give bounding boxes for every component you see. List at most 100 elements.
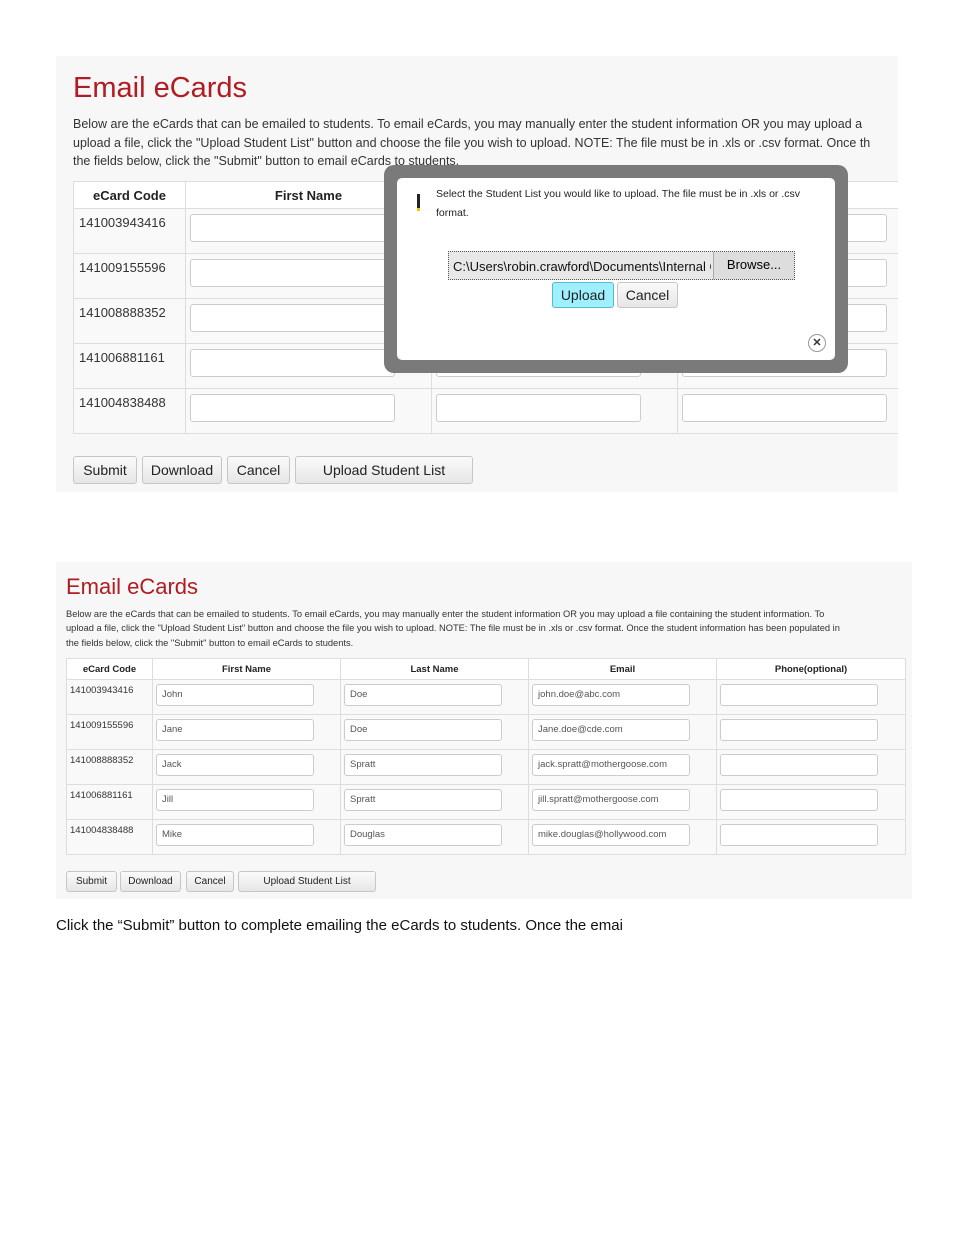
screenshot-upload-dialog: Email eCards Below are the eCards that c… <box>56 56 898 492</box>
table-cell <box>185 388 432 434</box>
ecard-code: 141004838488 <box>66 819 153 855</box>
email-input[interactable]: jack.spratt@mothergoose.com <box>532 754 691 776</box>
phone-input[interactable] <box>720 684 879 706</box>
table-cell <box>431 388 678 434</box>
text-input[interactable] <box>190 259 395 287</box>
last-input[interactable]: Douglas <box>344 824 502 846</box>
table-row: 141004838488 Mike Douglas mike.douglas@holl… <box>66 819 906 855</box>
table-cell: jill.spratt@mothergoose.com <box>528 784 718 820</box>
table-row: 141003943416 John Doe john.doe@abc.com <box>66 679 906 715</box>
first-input[interactable]: Jill <box>155 789 314 811</box>
modal-message: format. <box>436 207 469 219</box>
table-cell: john.doe@abc.com <box>528 679 718 715</box>
ecard-code: 141004838488 <box>73 388 186 434</box>
table-cell <box>716 679 906 715</box>
column-header: First Name <box>151 658 342 680</box>
table-cell <box>677 388 898 434</box>
warning-icon <box>417 194 420 211</box>
screenshot-populated-form: Email eCards Below are the eCards that c… <box>56 562 912 899</box>
description-line: the fields below, click the "Submit" but… <box>66 638 354 648</box>
text-input[interactable] <box>682 394 887 422</box>
text-input[interactable] <box>190 214 395 242</box>
table-cell <box>716 749 906 785</box>
modal-body: Select the Student List you would like t… <box>397 178 835 360</box>
modal-cancel-button[interactable]: Cancel <box>617 282 678 308</box>
table-cell: Douglas <box>339 819 530 855</box>
last-input[interactable]: Spratt <box>344 754 502 776</box>
cancel-button[interactable]: Cancel <box>227 456 290 484</box>
cancel-button[interactable]: Cancel <box>186 871 234 892</box>
ecard-code: 141006881161 <box>73 343 186 389</box>
column-header: Phone(optional) <box>716 658 906 680</box>
file-path-input[interactable]: C:\Users\robin.crawford\Documents\Intern… <box>448 251 795 280</box>
ecard-code: 141009155596 <box>66 714 153 750</box>
column-header: Last Name <box>339 658 530 680</box>
last-input[interactable]: Doe <box>344 719 502 741</box>
description-line: Below are the eCards that can be emailed… <box>66 609 825 619</box>
table-cell: Jane.doe@cde.com <box>528 714 718 750</box>
table-row: 141004838488 <box>73 388 898 434</box>
ecard-code: 141008888352 <box>73 298 186 344</box>
caption: Click the “Submit” button to complete em… <box>56 917 623 934</box>
email-input[interactable]: jill.spratt@mothergoose.com <box>532 789 691 811</box>
ecard-code: 141003943416 <box>73 208 186 254</box>
modal-message: Select the Student List you would like t… <box>436 188 800 200</box>
column-header: Email <box>528 658 718 680</box>
table-cell: Spratt <box>339 784 530 820</box>
submit-button[interactable]: Submit <box>66 871 117 892</box>
modal-upload-button[interactable]: Upload <box>552 282 614 308</box>
column-header: eCard Code <box>66 658 153 680</box>
description-line: Below are the eCards that can be emailed… <box>73 117 863 131</box>
upload-modal: Select the Student List you would like t… <box>384 165 848 373</box>
table-cell: Spratt <box>339 749 530 785</box>
email-input[interactable]: john.doe@abc.com <box>532 684 691 706</box>
submit-button[interactable]: Submit <box>73 456 137 484</box>
ecard-code: 141009155596 <box>73 253 186 299</box>
last-input[interactable]: Spratt <box>344 789 502 811</box>
table-cell: Jill <box>151 784 342 820</box>
ecard-code: 141006881161 <box>66 784 153 820</box>
table-cell: Mike <box>151 819 342 855</box>
column-header: eCard Code <box>73 181 186 209</box>
ecard-code: 141003943416 <box>66 679 153 715</box>
download-button[interactable]: Download <box>120 871 181 892</box>
email-input[interactable]: Jane.doe@cde.com <box>532 719 691 741</box>
page-title: Email eCards <box>73 72 248 104</box>
table-row: 141008888352 Jack Spratt jack.spratt@mother… <box>66 749 906 785</box>
close-icon[interactable]: ✕ <box>808 334 826 352</box>
first-input[interactable]: John <box>155 684 314 706</box>
browse-button[interactable]: Browse... <box>713 252 794 279</box>
description-line: upload a file, click the "Upload Student… <box>66 623 840 633</box>
last-input[interactable]: Doe <box>344 684 502 706</box>
table-cell: jack.spratt@mothergoose.com <box>528 749 718 785</box>
phone-input[interactable] <box>720 754 879 776</box>
table-cell <box>716 714 906 750</box>
phone-input[interactable] <box>720 719 879 741</box>
first-input[interactable]: Jack <box>155 754 314 776</box>
table-cell: John <box>151 679 342 715</box>
text-input[interactable] <box>436 394 641 422</box>
table-cell: Doe <box>339 714 530 750</box>
table-cell: mike.douglas@hollywood.com <box>528 819 718 855</box>
description-line: upload a file, click the "Upload Student… <box>73 136 871 150</box>
table-row: 141009155596 Jane Doe Jane.doe@cde.com <box>66 714 906 750</box>
download-button[interactable]: Download <box>142 456 222 484</box>
upload-student-list-button[interactable]: Upload Student List <box>295 456 473 484</box>
phone-input[interactable] <box>720 789 879 811</box>
table-cell: Jane <box>151 714 342 750</box>
text-input[interactable] <box>190 349 395 377</box>
table-row: 141006881161 Jill Spratt jill.spratt@mother… <box>66 784 906 820</box>
file-path-value: C:\Users\robin.crawford\Documents\Intern… <box>453 259 711 274</box>
first-input[interactable]: Mike <box>155 824 314 846</box>
phone-input[interactable] <box>720 824 879 846</box>
first-input[interactable]: Jane <box>155 719 314 741</box>
table-cell <box>716 784 906 820</box>
ecards-table: eCard Code First Name Last Name Email Phone(… <box>66 658 906 855</box>
text-input[interactable] <box>190 304 395 332</box>
text-input[interactable] <box>190 394 395 422</box>
page-title: Email eCards <box>66 574 199 599</box>
upload-student-list-button[interactable]: Upload Student List <box>238 871 376 892</box>
email-input[interactable]: mike.douglas@hollywood.com <box>532 824 691 846</box>
ecard-code: 141008888352 <box>66 749 153 785</box>
table-cell: Doe <box>339 679 530 715</box>
